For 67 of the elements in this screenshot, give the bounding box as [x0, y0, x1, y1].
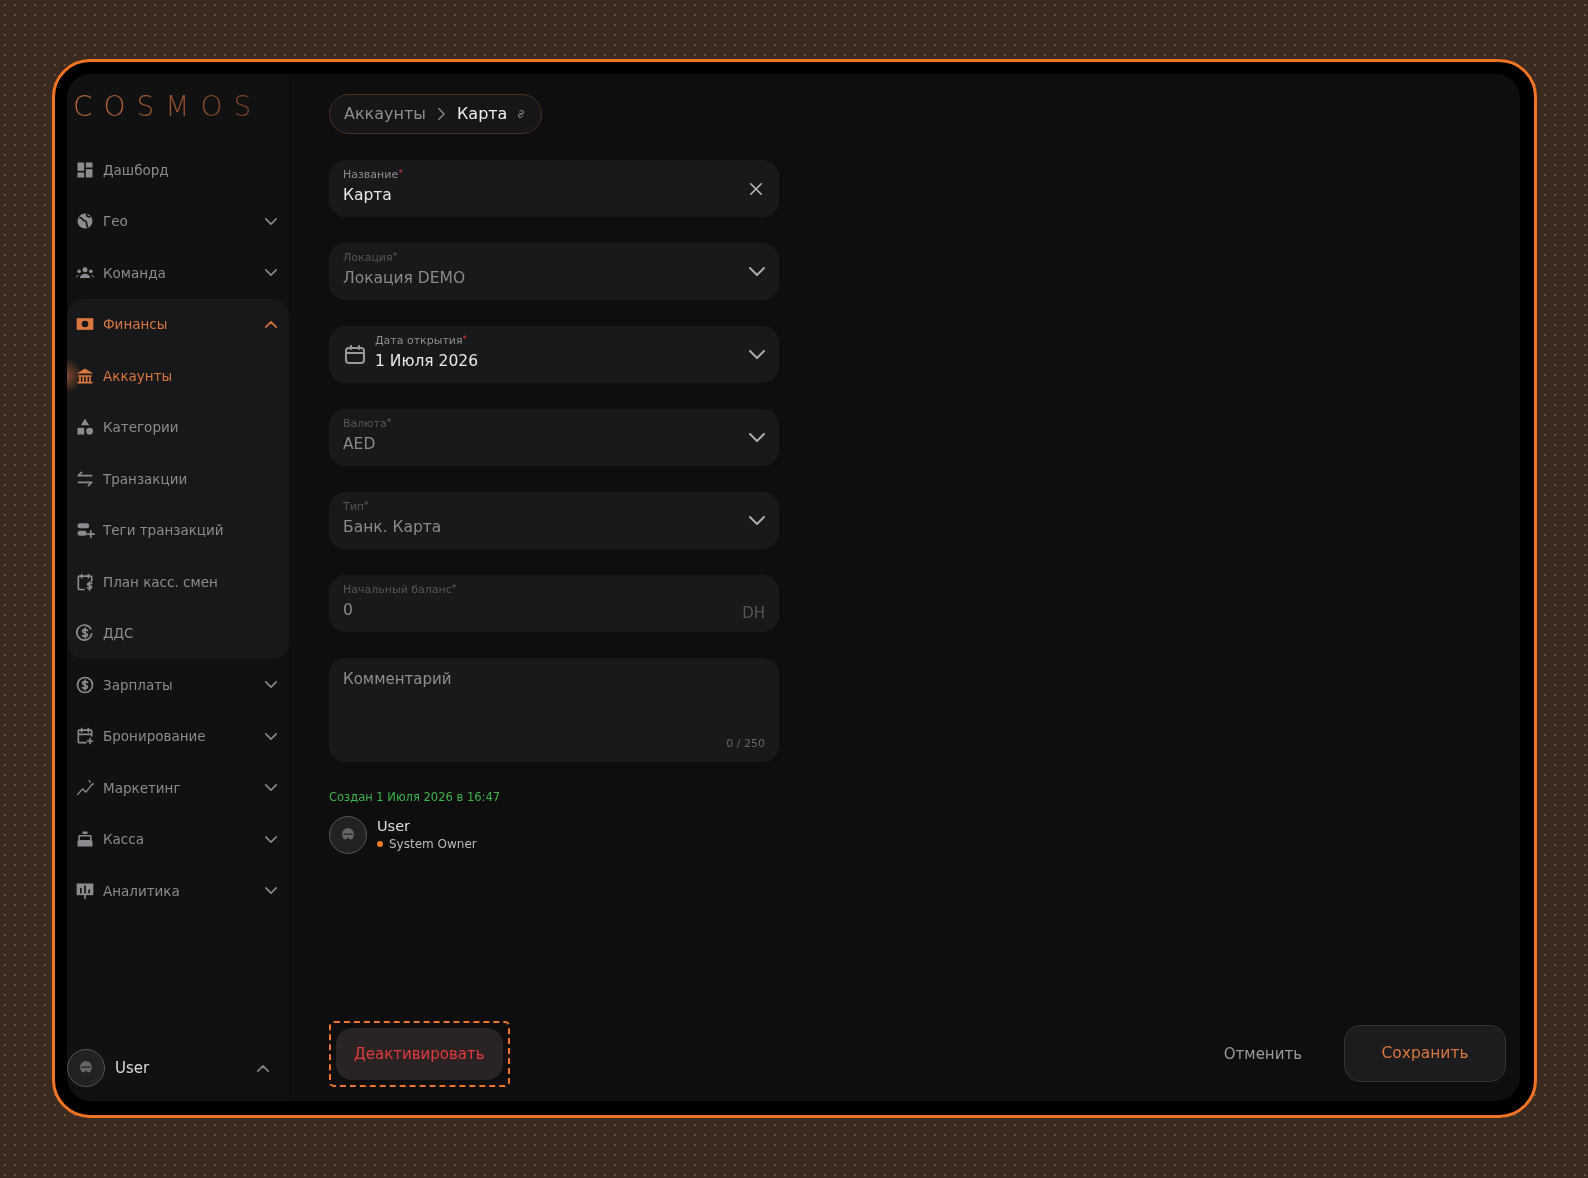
field-value: AED [343, 434, 377, 456]
sidebar-item[interactable]: Команда [67, 247, 289, 299]
field-label: Валюта$^{*}$ [343, 418, 393, 430]
chevron-down-icon [265, 835, 277, 843]
coin-icon [75, 674, 95, 695]
sidebar-subitem[interactable]: План касс. смен [67, 556, 289, 608]
chevron-down-icon [749, 433, 765, 442]
created-text: Создан 1 Июля 2026 в 16:47 [329, 789, 502, 806]
field-label: Начальный баланс$^{*}$ [343, 584, 458, 596]
sidebar-subitem[interactable]: Теги транзакций [67, 504, 289, 556]
sidebar-subitem[interactable]: Аккаунты [67, 350, 289, 402]
author-role: System Owner [389, 835, 477, 853]
calendar-dollar-icon [75, 571, 95, 592]
tag-plus-icon [75, 520, 95, 541]
sidebar-item[interactable]: Аналитика [67, 865, 289, 917]
breadcrumb-link[interactable]: Аккаунты [344, 102, 426, 126]
cancel-button[interactable]: Отменить [1217, 1036, 1308, 1071]
chevron-down-icon [265, 784, 277, 792]
comment-field[interactable]: Комментарий 0 / 250 [329, 658, 779, 762]
chevron-down-icon [265, 269, 277, 277]
chevron-down-icon [265, 887, 277, 895]
sidebar-item[interactable]: Бронирование [67, 710, 289, 762]
chevron-down-icon [265, 681, 277, 689]
field-label: Тип$^{*}$ [343, 501, 370, 513]
sidebar-item[interactable]: Гео [67, 195, 289, 247]
chevron-right-icon [437, 108, 445, 120]
save-button[interactable]: Сохранить [1344, 1025, 1506, 1083]
char-counter: 0 / 250 [726, 735, 765, 752]
swap-arrows-icon [75, 468, 95, 489]
breadcrumb-current: Карта [456, 103, 508, 125]
cash-register-icon [75, 829, 95, 850]
sidebar-subitem[interactable]: Транзакции [67, 453, 289, 505]
status-dot [377, 840, 383, 847]
chart-line-icon [75, 777, 95, 798]
sidebar-subitem[interactable]: Категории [67, 401, 289, 453]
chevron-down-icon [749, 267, 765, 276]
chevron-down-icon [265, 217, 277, 225]
sidebar-item[interactable]: Касса [67, 813, 289, 865]
sidebar-subitem[interactable]: ДДС [67, 607, 289, 659]
chevron-up-icon [257, 1064, 269, 1072]
date-picker[interactable]: Дата открытия$^{*}$ 1 Июля 2026 [329, 326, 779, 383]
sidebar-item[interactable]: Зарплаты [67, 659, 289, 711]
field-value: 0 [343, 600, 354, 622]
field-value: Локация DEMO [343, 268, 467, 290]
field-value: Карта [343, 185, 393, 207]
chevron-up-icon [265, 320, 277, 328]
shapes-icon [75, 417, 95, 438]
currency-suffix: DH [742, 602, 765, 624]
chevron-down-icon [265, 732, 277, 740]
field-value: 1 Июля 2026 [375, 351, 480, 373]
chevron-down-icon [749, 516, 765, 525]
sidebar-item[interactable]: Дашборд [67, 144, 289, 196]
field-value: Банк. Карта [343, 517, 443, 539]
field-label: Название$^{*}$ [343, 169, 404, 181]
sidebar-item[interactable]: Финансы [67, 298, 289, 350]
chevron-down-icon [749, 350, 765, 359]
author-name: User [377, 817, 412, 835]
calendar-icon [343, 342, 367, 367]
calendar-plus-icon [75, 726, 95, 747]
placeholder-text: Комментарий [343, 669, 452, 690]
deactivate-button[interactable]: Деактивировать [336, 1027, 503, 1080]
input-field[interactable]: Название$^{*}$ Карта [329, 160, 779, 217]
user-name: User [115, 1057, 151, 1079]
dollar-cycle-icon [75, 623, 95, 644]
sidebar-item[interactable]: Маркетинг [67, 762, 289, 814]
field-label: Дата открытия$^{*}$ [375, 335, 469, 347]
field-label: Локация$^{*}$ [343, 252, 399, 264]
